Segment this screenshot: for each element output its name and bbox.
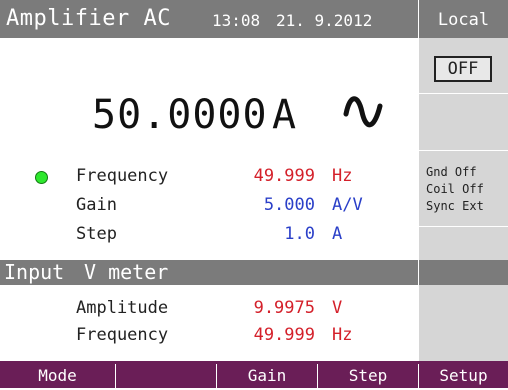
side-panel <box>419 0 508 361</box>
param-value-gain[interactable]: 5.000 <box>215 195 315 215</box>
reading-value-amplitude: 9.9975 <box>253 298 315 318</box>
status-sync: Sync Ext <box>426 199 484 213</box>
param-label-step: Step <box>76 224 117 244</box>
softkey-setup[interactable]: Setup <box>419 361 508 388</box>
output-unit: A <box>272 92 297 138</box>
side-panel-divider <box>419 150 508 151</box>
app-title: Amplifier AC <box>6 6 171 31</box>
side-panel-section-bar <box>419 260 508 285</box>
side-panel-divider <box>419 226 508 227</box>
side-panel-divider <box>419 93 508 94</box>
reading-unit-frequency: Hz <box>332 325 353 345</box>
param-label-gain: Gain <box>76 195 117 215</box>
param-unit-frequency: Hz <box>332 166 353 186</box>
output-off-button[interactable]: OFF <box>434 56 492 82</box>
clock-date: 21. 9.2012 <box>276 11 373 30</box>
softkey-gain[interactable]: Gain <box>217 361 317 388</box>
local-mode-indicator: Local <box>419 0 508 38</box>
instrument-screen: Amplifier AC 13:08 21. 9.2012 Local OFF … <box>0 0 508 388</box>
status-gnd: Gnd Off <box>426 165 477 179</box>
param-label-frequency: Frequency <box>76 166 169 186</box>
param-value-step[interactable]: 1.0 <box>215 224 315 244</box>
softkey-step[interactable]: Step <box>318 361 418 388</box>
reading-label-frequency: Frequency <box>76 325 169 345</box>
reading-value-frequency: 49.999 <box>253 325 315 345</box>
output-value: 50.0000 <box>92 92 268 138</box>
softkey-empty[interactable] <box>116 361 216 388</box>
input-section-subtitle: V meter <box>84 260 169 284</box>
reading-label-amplitude: Amplitude <box>76 298 169 318</box>
active-indicator-icon <box>35 171 48 184</box>
input-section-bar: Input V meter <box>0 260 418 285</box>
param-unit-gain: A/V <box>332 195 363 215</box>
clock-time: 13:08 <box>212 11 261 30</box>
param-value-frequency[interactable]: 49.999 <box>215 166 315 186</box>
status-coil: Coil Off <box>426 182 484 196</box>
reading-unit-amplitude: V <box>332 298 343 318</box>
param-unit-step: A <box>332 224 343 244</box>
input-section-title: Input <box>4 260 65 284</box>
sine-wave-icon[interactable] <box>340 86 390 136</box>
softkey-mode[interactable]: Mode <box>0 361 115 388</box>
title-bar: Amplifier AC 13:08 21. 9.2012 <box>0 0 418 38</box>
